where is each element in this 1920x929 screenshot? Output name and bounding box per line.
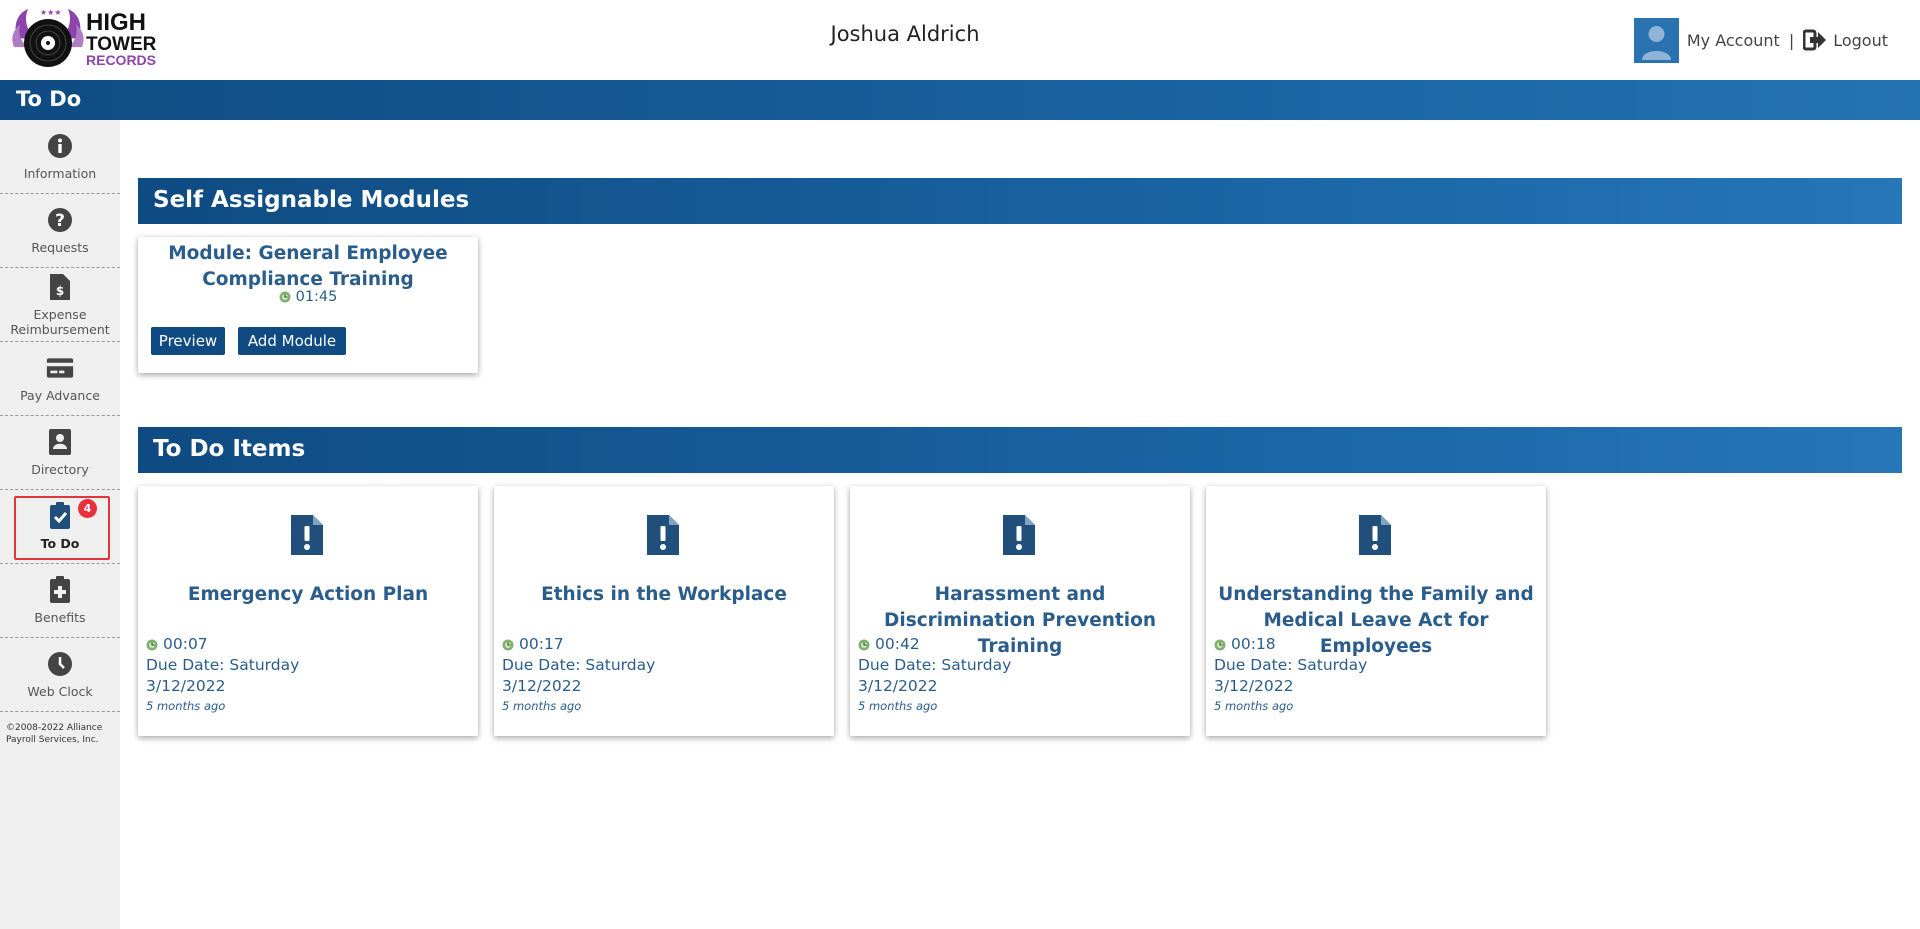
todo-title: Emergency Action Plan [187, 584, 429, 605]
todo-meta: 00:17 Due Date: Saturday 3/12/2022 5 mon… [502, 634, 822, 715]
duration-icon [858, 639, 870, 650]
credit-card-icon [46, 354, 74, 382]
sidebar-item-requests[interactable]: ? Requests [0, 194, 120, 268]
logout-icon[interactable] [1803, 29, 1827, 51]
contact-book-icon [46, 428, 74, 456]
module-title: Module: General Employee Compliance Trai… [168, 243, 448, 290]
todo-due-label: Due Date: Saturday [858, 656, 1012, 674]
todo-duration: 00:07 [163, 635, 208, 653]
todo-due-date: 3/12/2022 [1214, 677, 1294, 695]
sidebar-item-label: Web Clock [27, 684, 93, 699]
todo-card[interactable]: Harassment and Discrimination Prevention… [850, 486, 1190, 736]
my-account-link[interactable]: My Account [1687, 31, 1780, 50]
sidebar-item-label: Requests [31, 240, 89, 255]
todo-items-header: To Do Items [138, 427, 1902, 473]
page-title: To Do [16, 87, 82, 111]
avatar[interactable] [1633, 17, 1679, 63]
sidebar-item-to-do[interactable]: 4 To Do [0, 490, 120, 564]
todo-meta: 00:42 Due Date: Saturday 3/12/2022 5 mon… [858, 634, 1178, 715]
todo-due-date: 3/12/2022 [146, 677, 226, 695]
todo-card[interactable]: Emergency Action Plan 00:07 Due Date: Sa… [138, 486, 478, 736]
sidebar-item-label: Expense Reimbursement [10, 306, 110, 337]
self-assignable-header: Self Assignable Modules [138, 178, 1902, 224]
todo-relative-time: 5 months ago [858, 699, 938, 713]
document-alert-icon [647, 515, 679, 555]
svg-text:$: $ [56, 284, 64, 298]
todo-card[interactable]: Understanding the Family and Medical Lea… [1206, 486, 1546, 736]
sidebar-item-directory[interactable]: Directory [0, 416, 120, 490]
todo-due-label: Due Date: Saturday [146, 656, 300, 674]
header-separator: | [1788, 30, 1795, 50]
user-silhouette-icon [1641, 25, 1671, 60]
sidebar-item-pay-advance[interactable]: Pay Advance [0, 342, 120, 416]
copyright-text: ©2008-2022 Alliance Payroll Services, In… [6, 723, 103, 745]
duration-icon [1214, 639, 1226, 650]
logo-text-records: RECORDS [86, 52, 156, 68]
todo-card[interactable]: Ethics in the Workplace 00:17 Due Date: … [494, 486, 834, 736]
medical-clipboard-icon [46, 576, 74, 604]
page-title-bar: To Do [0, 80, 1920, 120]
sidebar-item-web-clock[interactable]: Web Clock [0, 638, 120, 712]
add-module-button[interactable]: Add Module [238, 327, 346, 355]
preview-button[interactable]: Preview [151, 327, 225, 355]
duration-icon [146, 639, 158, 650]
svg-text:★★★: ★★★ [40, 8, 62, 17]
clock-icon [46, 650, 74, 678]
todo-count-badge: 4 [78, 499, 97, 518]
sidebar-item-benefits[interactable]: Benefits [0, 564, 120, 638]
todo-due-label: Due Date: Saturday [1214, 656, 1368, 674]
document-alert-icon [1359, 515, 1391, 555]
document-alert-icon [1003, 515, 1035, 555]
todo-due-label: Due Date: Saturday [502, 656, 656, 674]
info-icon [46, 132, 74, 160]
duration-icon [279, 291, 291, 303]
todo-due-date: 3/12/2022 [502, 677, 582, 695]
sidebar-item-expense-reimbursement[interactable]: $ Expense Reimbursement [0, 268, 120, 342]
sidebar-item-label: Information [23, 166, 97, 181]
module-duration-text: 01:45 [295, 289, 338, 305]
section-heading: Self Assignable Modules [153, 187, 470, 213]
expense-icon: $ [46, 273, 74, 301]
sidebar-item-label: Pay Advance [20, 388, 100, 403]
todo-duration: 00:18 [1231, 635, 1276, 653]
module-duration: 01:45 [138, 289, 478, 305]
todo-meta: 00:18 Due Date: Saturday 3/12/2022 5 mon… [1214, 634, 1534, 715]
todo-duration: 00:42 [875, 635, 920, 653]
todo-title: Ethics in the Workplace [541, 584, 787, 605]
top-header: ★★★ HIGH TOWER RECORDS Joshua Aldrich My… [0, 0, 1920, 80]
sidebar-item-label: Benefits [34, 610, 86, 625]
todo-relative-time: 5 months ago [146, 699, 226, 713]
todo-relative-time: 5 months ago [1214, 699, 1294, 713]
account-area: My Account | Logout [1633, 17, 1888, 63]
sidebar: Information ? Requests $ Expense Reimbur… [0, 120, 120, 929]
question-icon: ? [46, 206, 74, 234]
section-heading: To Do Items [153, 436, 306, 462]
todo-meta: 00:07 Due Date: Saturday 3/12/2022 5 mon… [146, 634, 466, 715]
todo-duration: 00:17 [519, 635, 564, 653]
todo-relative-time: 5 months ago [502, 699, 582, 713]
sidebar-item-label: Directory [31, 462, 89, 477]
sidebar-item-information[interactable]: Information [0, 120, 120, 194]
module-card: Module: General Employee Compliance Trai… [138, 237, 478, 373]
todo-due-date: 3/12/2022 [858, 677, 938, 695]
document-alert-icon [291, 515, 323, 555]
svg-text:?: ? [55, 211, 65, 231]
duration-icon [502, 639, 514, 650]
logout-link[interactable]: Logout [1833, 31, 1888, 50]
user-name: Joshua Aldrich [830, 22, 980, 46]
